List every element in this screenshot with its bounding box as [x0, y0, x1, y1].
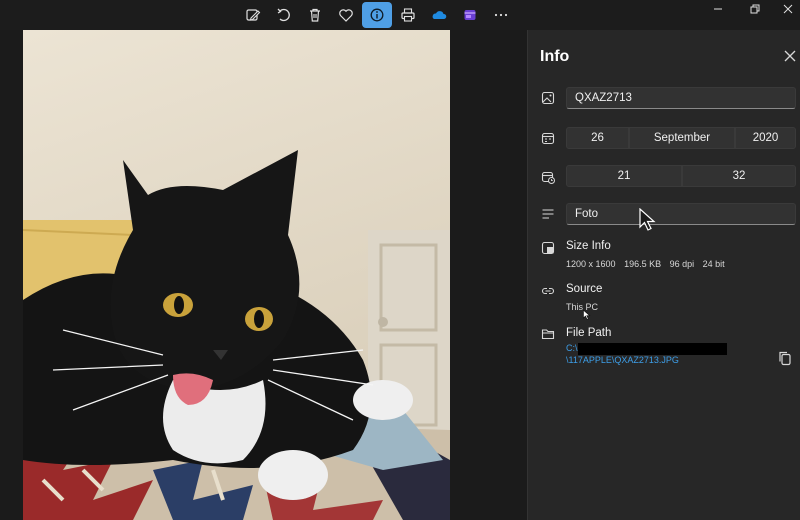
file-size-value: 196.5 KB [624, 259, 662, 269]
photo-viewer [0, 30, 527, 520]
copy-icon[interactable] [777, 350, 793, 366]
restore-button[interactable] [737, 0, 773, 18]
clipchamp-icon [464, 10, 476, 20]
date-day-field[interactable]: 26 [566, 127, 629, 149]
more-icon [494, 13, 508, 17]
info-panel: Info QXAZ2713 26 September 2020 21 32 Fo… [527, 30, 800, 520]
file-path-link-line2[interactable]: \117APPLE\QXAZ2713.JPG [566, 355, 679, 365]
file-path-link-line1[interactable]: C:\ [566, 343, 578, 353]
rotate-button[interactable] [270, 2, 298, 28]
info-icon [370, 8, 384, 22]
dimensions-value: 1200 x 1600 [566, 259, 616, 269]
favorite-button[interactable] [332, 2, 360, 28]
mouse-pointer-small-icon [583, 309, 591, 320]
panel-title: Info [540, 48, 570, 65]
date-month-field[interactable]: September [629, 127, 735, 149]
info-button[interactable] [362, 2, 392, 28]
caption-lines-icon [542, 209, 554, 219]
window-close-button[interactable] [770, 0, 800, 18]
close-icon [783, 4, 793, 14]
panel-close-icon[interactable] [782, 48, 798, 64]
time-hour-value: 21 [617, 170, 631, 182]
date-year-value: 2020 [752, 132, 779, 144]
restore-icon [750, 4, 760, 14]
minimize-icon [714, 8, 722, 10]
image-size-icon [541, 241, 555, 255]
bit-depth-value: 24 bit [702, 259, 725, 269]
source-label: Source [566, 283, 603, 295]
cat-photo [23, 30, 450, 520]
date-year-field[interactable]: 2020 [735, 127, 796, 149]
calendar-clock-icon [541, 171, 555, 184]
image-icon [541, 91, 555, 105]
edit-image-button[interactable] [239, 2, 267, 28]
source-value: This PC [566, 302, 599, 312]
date-day-value: 26 [591, 132, 604, 144]
calendar-icon [541, 132, 555, 145]
clipchamp-button[interactable] [456, 2, 484, 28]
dpi-value: 96 dpi [669, 259, 695, 269]
caption-field[interactable]: Foto [566, 203, 796, 225]
minimize-button[interactable] [700, 0, 736, 18]
favorite-icon [339, 9, 353, 22]
folder-icon [541, 329, 555, 340]
file-name-field[interactable]: QXAZ2713 [566, 87, 796, 109]
onedrive-button[interactable] [425, 2, 453, 28]
size-info-details: 1200 x 1600 196.5 KB 96 dpi 24 bit [566, 259, 725, 269]
time-hour-field[interactable]: 21 [566, 165, 682, 187]
onedrive-icon [432, 11, 447, 19]
link-icon [541, 287, 555, 295]
date-month-value: September [653, 132, 711, 144]
print-button[interactable] [394, 2, 422, 28]
rotate-icon [277, 8, 290, 22]
delete-button[interactable] [301, 2, 329, 28]
caption-value: Foto [575, 208, 599, 220]
print-icon [401, 8, 415, 22]
file-name-value: QXAZ2713 [575, 92, 632, 104]
more-options-button[interactable] [487, 2, 515, 28]
mouse-pointer-icon [639, 208, 656, 231]
size-info-label: Size Info [566, 240, 611, 252]
edit-image-icon [246, 9, 261, 21]
file-path-label: File Path [566, 327, 612, 339]
time-minute-value: 32 [732, 170, 746, 182]
cat-image [23, 30, 450, 520]
time-minute-field[interactable]: 32 [682, 165, 796, 187]
redaction-bar [578, 343, 727, 355]
top-toolbar [0, 0, 800, 30]
delete-icon [310, 8, 320, 22]
